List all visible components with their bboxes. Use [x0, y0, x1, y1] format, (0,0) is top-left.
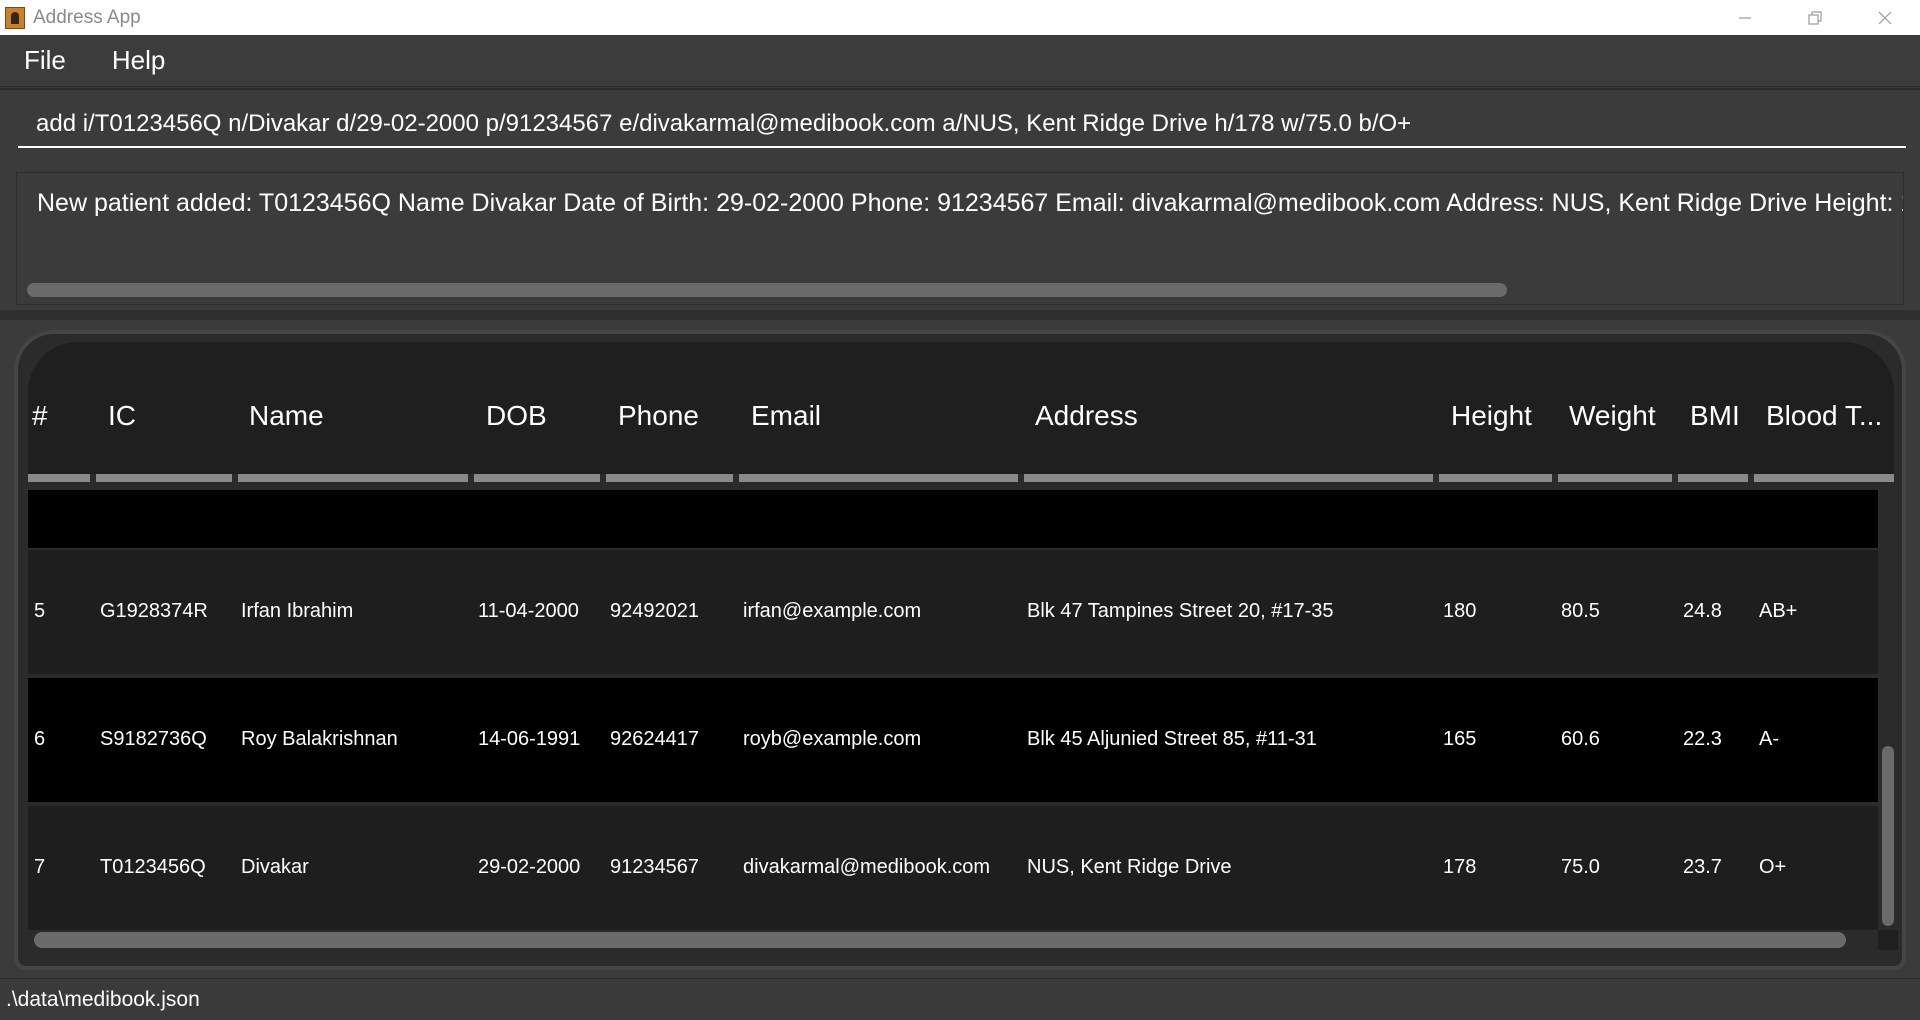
table-vertical-scrollbar[interactable] — [1882, 746, 1894, 926]
column-separator — [1672, 474, 1678, 482]
patient-table: # IC Name DOB Phone Email Address Height… — [14, 330, 1906, 970]
column-separator — [600, 474, 606, 482]
column-separator — [468, 474, 474, 482]
window-controls — [1710, 0, 1920, 35]
result-display: New patient added: T0123456Q Name Divaka… — [16, 172, 1904, 305]
command-input[interactable] — [18, 102, 1906, 148]
title-bar: Address App — [0, 0, 1920, 35]
cell-name: Roy Balakrishnan — [241, 728, 398, 750]
command-box — [0, 88, 1920, 168]
cell-phone: 91234567 — [610, 856, 699, 878]
column-separator — [1552, 474, 1558, 482]
column-header-address[interactable]: Address — [1035, 400, 1138, 432]
cell-index: 5 — [34, 600, 46, 622]
table-row-partial[interactable] — [28, 490, 1878, 548]
cell-ic: T0123456Q — [100, 856, 206, 878]
cell-address: Blk 47 Tampines Street 20, #17-35 — [1027, 600, 1334, 622]
column-header-phone[interactable]: Phone — [618, 400, 699, 432]
column-header-index[interactable]: # — [32, 400, 48, 432]
column-separator — [90, 474, 96, 482]
column-separator — [1018, 474, 1024, 482]
close-button[interactable] — [1850, 0, 1920, 35]
cell-weight: 80.5 — [1561, 600, 1600, 622]
save-location: .\data\medibook.json — [6, 987, 200, 1011]
cell-address: Blk 45 Aljunied Street 85, #11-31 — [1027, 728, 1317, 750]
cell-height: 165 — [1443, 728, 1477, 750]
menu-bar: File Help — [0, 35, 1920, 87]
cell-name: Irfan Ibrahim — [241, 600, 354, 622]
column-separator — [232, 474, 238, 482]
column-header-dob[interactable]: DOB — [486, 400, 547, 432]
close-icon — [1878, 11, 1892, 24]
window-title: Address App — [33, 6, 141, 28]
cell-height: 180 — [1443, 600, 1477, 622]
cell-dob: 14-06-1991 — [478, 728, 581, 750]
restore-button[interactable] — [1780, 0, 1850, 35]
cell-email: irfan@example.com — [743, 600, 922, 622]
cell-blood-type: O+ — [1759, 856, 1787, 878]
cell-ic: G1928374R — [100, 600, 208, 622]
result-horizontal-scrollbar[interactable] — [27, 283, 1507, 297]
minimize-icon — [1739, 16, 1751, 19]
menu-file[interactable]: File — [14, 45, 76, 76]
cell-phone: 92624417 — [610, 728, 699, 750]
restore-icon — [1808, 10, 1822, 25]
cell-height: 178 — [1443, 856, 1477, 878]
cell-dob: 11-04-2000 — [478, 600, 579, 622]
table-row[interactable]: 6 S9182736Q Roy Balakrishnan 14-06-1991 … — [28, 678, 1878, 802]
column-header-blood-type[interactable]: Blood T... — [1766, 400, 1882, 432]
cell-email: royb@example.com — [743, 728, 922, 750]
cell-index: 7 — [34, 856, 46, 878]
cell-dob: 29-02-2000 — [478, 856, 581, 878]
table-row[interactable]: 5 G1928374R Irfan Ibrahim 11-04-2000 924… — [28, 550, 1878, 674]
column-separator — [733, 474, 739, 482]
status-bar: .\data\medibook.json — [0, 978, 1920, 1020]
column-header-weight[interactable]: Weight — [1569, 400, 1656, 432]
app-icon — [5, 6, 25, 29]
column-separator — [1433, 474, 1439, 482]
panel-divider — [0, 310, 1920, 320]
cell-phone: 92492021 — [610, 600, 699, 622]
table-row[interactable]: 7 T0123456Q Divakar 29-02-2000 91234567 … — [28, 806, 1878, 930]
column-header-bmi[interactable]: BMI — [1690, 400, 1740, 432]
cell-ic: S9182736Q — [100, 728, 207, 750]
cell-weight: 60.6 — [1561, 728, 1600, 750]
cell-email: divakarmal@medibook.com — [743, 856, 991, 878]
table-horizontal-scrollbar[interactable] — [34, 932, 1846, 948]
cell-blood-type: AB+ — [1759, 600, 1798, 622]
cell-index: 6 — [34, 728, 46, 750]
cell-bmi: 23.7 — [1683, 856, 1722, 878]
cell-bmi: 22.3 — [1683, 728, 1722, 750]
cell-blood-type: A- — [1759, 728, 1779, 750]
scrollbar-corner — [1878, 930, 1898, 950]
column-header-height[interactable]: Height — [1451, 400, 1532, 432]
cell-bmi: 24.8 — [1683, 600, 1722, 622]
result-text: New patient added: T0123456Q Name Divaka… — [37, 189, 1904, 217]
column-header-email[interactable]: Email — [751, 400, 821, 432]
column-header-name[interactable]: Name — [249, 400, 324, 432]
minimize-button[interactable] — [1710, 0, 1780, 35]
cell-weight: 75.0 — [1561, 856, 1600, 878]
table-body: 5 G1928374R Irfan Ibrahim 11-04-2000 924… — [28, 490, 1878, 930]
table-header: # IC Name DOB Phone Email Address Height… — [28, 342, 1894, 482]
cell-address: NUS, Kent Ridge Drive — [1027, 856, 1232, 878]
column-separator — [1748, 474, 1754, 482]
menu-help[interactable]: Help — [102, 45, 175, 76]
cell-name: Divakar — [241, 856, 309, 878]
column-header-ic[interactable]: IC — [108, 400, 136, 432]
